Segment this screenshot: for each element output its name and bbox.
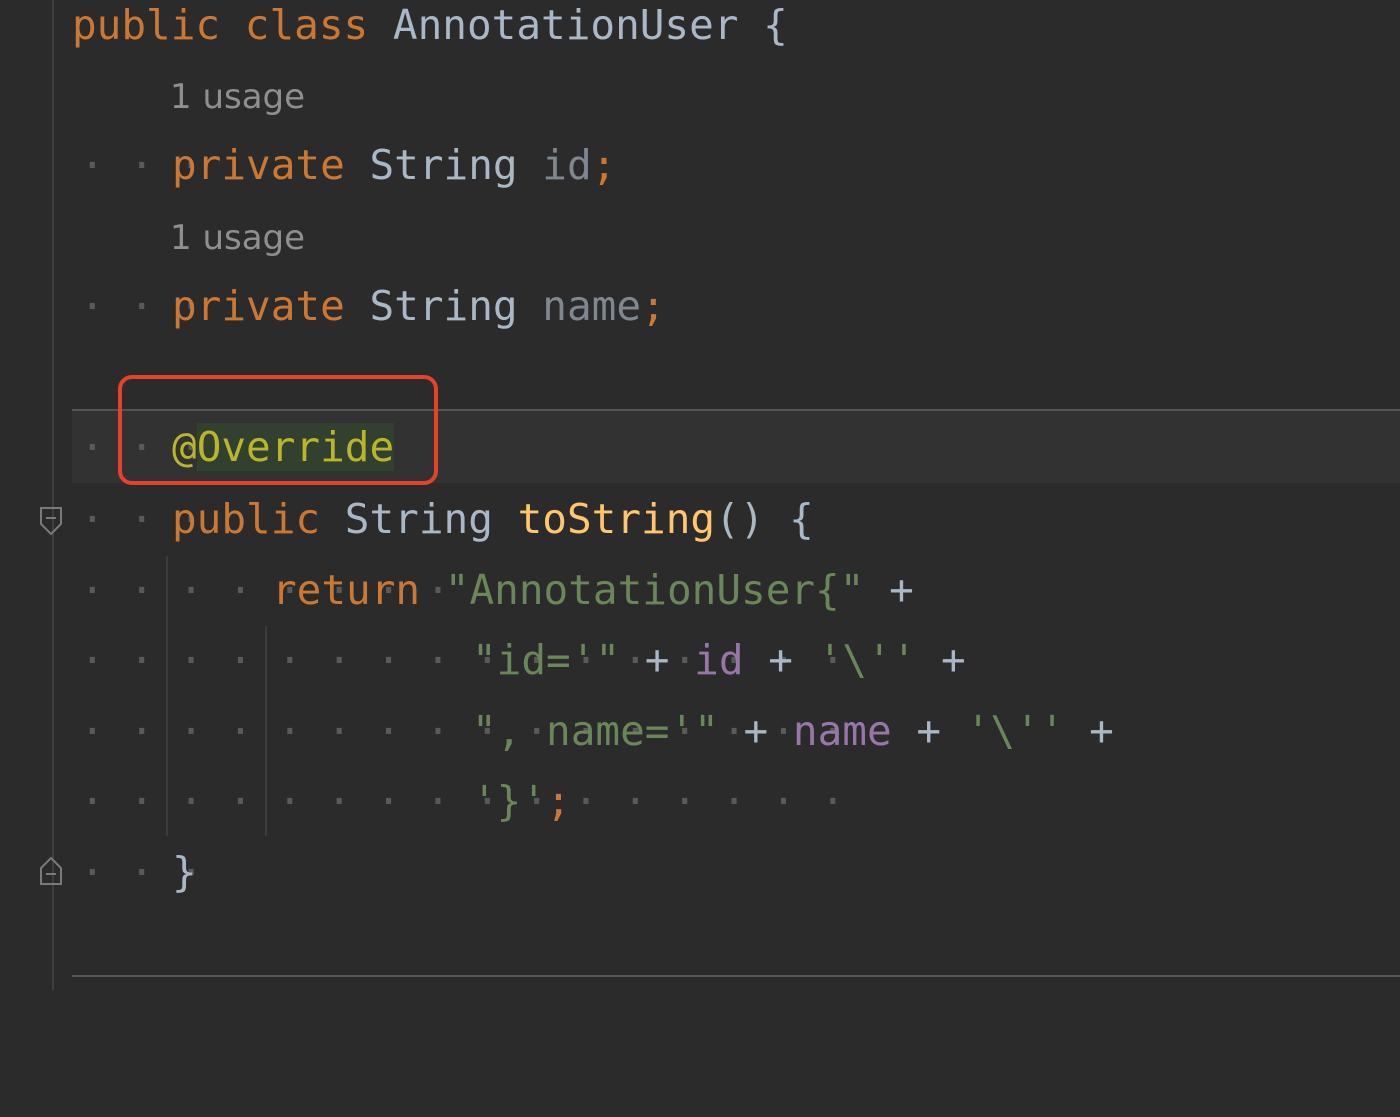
code-token: ", name='" bbox=[472, 707, 719, 755]
code-line-method-decl[interactable]: · · · public String toString() { bbox=[0, 484, 1400, 554]
code-token: String bbox=[369, 282, 518, 330]
code-token: + bbox=[1064, 707, 1114, 755]
code-token: '\'' bbox=[817, 636, 917, 684]
code-token: + bbox=[743, 636, 818, 684]
usage-hint[interactable]: 1 usage bbox=[170, 62, 305, 132]
code-line-field-id[interactable]: · · · private String id; bbox=[0, 130, 1400, 200]
code-text: public class AnnotationUser { bbox=[72, 0, 788, 60]
code-text: private String id; bbox=[172, 130, 616, 200]
code-token: class bbox=[244, 1, 369, 49]
code-token: () { bbox=[715, 495, 814, 543]
code-text: "id='" + id + '\'' + bbox=[472, 625, 966, 695]
code-editor[interactable]: public class AnnotationUser { 1 usage · … bbox=[0, 0, 1400, 990]
code-token: toString bbox=[517, 495, 716, 543]
code-token: name bbox=[542, 282, 642, 330]
code-token: public bbox=[72, 1, 221, 49]
code-token: String bbox=[344, 495, 493, 543]
code-line-return[interactable]: · · · · · · · · return "AnnotationUser{"… bbox=[0, 555, 1400, 625]
code-token: "AnnotationUser{" bbox=[444, 566, 865, 614]
code-token: } bbox=[172, 848, 197, 896]
code-token: String bbox=[369, 141, 518, 189]
code-token: + bbox=[864, 566, 914, 614]
code-token: private bbox=[172, 141, 345, 189]
code-line-field-name[interactable]: · · · private String name; bbox=[0, 271, 1400, 341]
code-token: id bbox=[542, 141, 592, 189]
code-text: public String toString() { bbox=[172, 484, 814, 554]
code-token: '\'' bbox=[965, 707, 1065, 755]
code-line-close-brace-string[interactable]: · · · · · · · · · · · · · · · · '}'; bbox=[0, 766, 1400, 836]
code-token: ; bbox=[546, 777, 571, 825]
code-text: return "AnnotationUser{" + bbox=[272, 555, 914, 625]
code-token: '}' bbox=[472, 777, 547, 825]
code-token: + bbox=[718, 707, 793, 755]
code-line-concat-id[interactable]: · · · · · · · · · · · · · · · · "id='" +… bbox=[0, 625, 1400, 695]
code-token: return bbox=[272, 566, 421, 614]
code-token: { bbox=[738, 1, 788, 49]
usage-hint[interactable]: 1 usage bbox=[170, 203, 305, 273]
code-token: "id='" bbox=[472, 636, 621, 684]
code-token: name bbox=[792, 707, 892, 755]
code-token: + bbox=[620, 636, 695, 684]
code-text: } bbox=[172, 837, 197, 907]
code-token: id bbox=[694, 636, 744, 684]
code-text: ", name='" + name + '\'' + bbox=[472, 696, 1114, 766]
code-text: '}'; bbox=[472, 766, 571, 836]
code-token: public bbox=[172, 495, 321, 543]
override-highlight-box bbox=[118, 375, 438, 485]
code-token: AnnotationUser bbox=[392, 1, 739, 49]
code-line-method-close[interactable]: · · · } bbox=[0, 837, 1400, 907]
code-line-concat-name[interactable]: · · · · · · · · · · · · · · · · ", name=… bbox=[0, 696, 1400, 766]
code-token: ; bbox=[591, 141, 617, 189]
code-token: private bbox=[172, 282, 345, 330]
method-separator-line bbox=[72, 975, 1400, 977]
code-text: private String name; bbox=[172, 271, 666, 341]
code-token: + bbox=[891, 707, 966, 755]
code-token: + bbox=[916, 636, 966, 684]
code-token: ; bbox=[641, 282, 666, 330]
code-line-class-decl[interactable]: public class AnnotationUser { bbox=[0, 0, 1400, 60]
whitespace-dots: · · · · · · · · · · · · · · · · bbox=[80, 777, 846, 825]
